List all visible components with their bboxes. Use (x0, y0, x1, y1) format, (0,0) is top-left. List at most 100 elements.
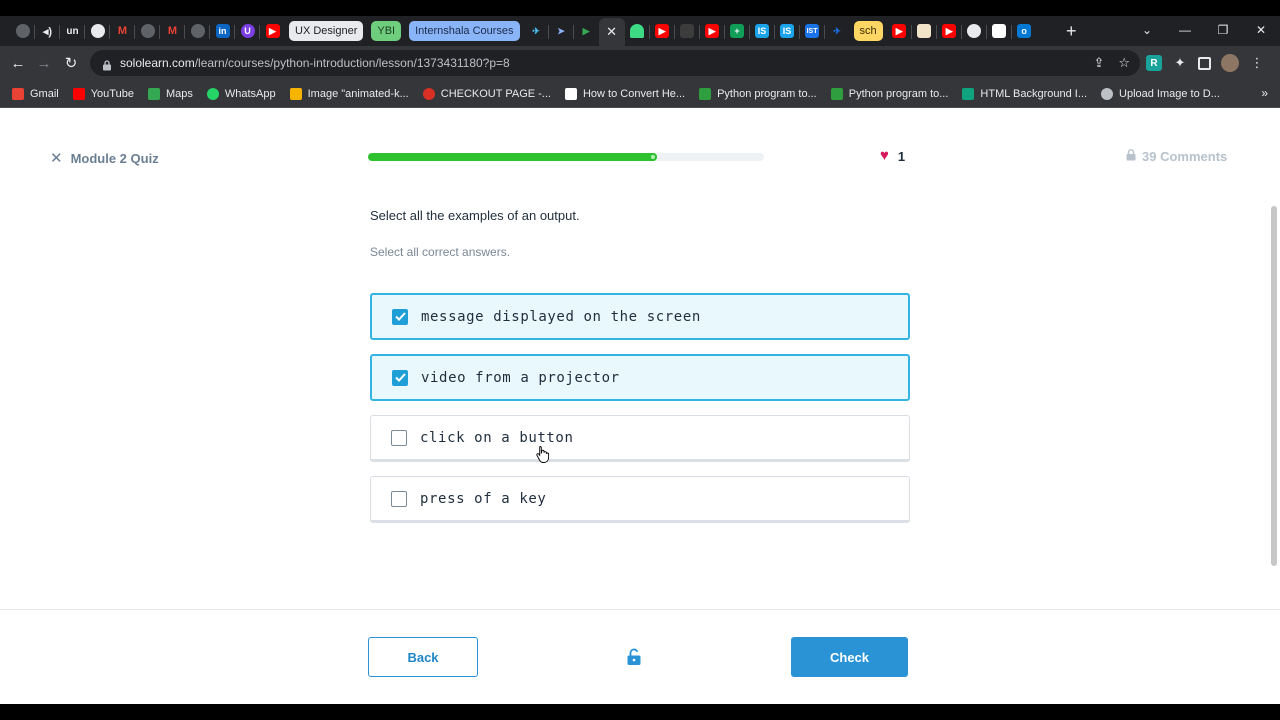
bookmark-whatsapp[interactable]: WhatsApp (206, 87, 276, 100)
tab-group-1[interactable]: YBI (371, 21, 402, 41)
youtube-icon: ▶ (265, 24, 280, 38)
heart-icon: ♥ (880, 147, 889, 164)
tab-image[interactable] (912, 18, 937, 44)
checkbox[interactable] (391, 490, 407, 507)
bookmark-gmail[interactable]: Gmail (12, 87, 59, 100)
answer-text: press of a key (420, 490, 547, 507)
tab-youtube-3[interactable]: ▶ (700, 18, 725, 44)
tab-dark[interactable] (675, 18, 700, 44)
answer-option[interactable]: video from a projector (370, 354, 910, 401)
url-path: /learn/courses/python-introduction/lesso… (194, 56, 510, 70)
tab-bird-2[interactable]: ✈ (825, 18, 850, 44)
profile-avatar[interactable] (1221, 54, 1239, 72)
bookmarks-overflow-button[interactable]: » (1261, 86, 1268, 100)
tab-active-sololearn[interactable]: ✕ (598, 18, 625, 46)
bird-icon: ✈ (532, 25, 540, 36)
bookmark-checkout[interactable]: CHECKOUT PAGE -... (422, 87, 551, 100)
tab-youtube-1[interactable]: ▶ (260, 18, 285, 44)
comments-button[interactable]: 39 Comments (1126, 149, 1227, 164)
bookmark-youtube[interactable]: YouTube (72, 87, 134, 100)
close-window-icon[interactable]: ✕ (1242, 16, 1280, 44)
globe-icon (140, 24, 155, 38)
new-tab-button[interactable]: + (1066, 22, 1077, 40)
tab-outlook[interactable]: o (1012, 18, 1037, 44)
bookmark-python-1[interactable]: Python program to... (699, 87, 817, 100)
tab-group-0[interactable]: UX Designer (289, 21, 364, 41)
reload-icon[interactable]: ↻ (62, 54, 80, 72)
checkbox-checked[interactable] (392, 369, 408, 386)
tab-linkedin[interactable]: in (210, 18, 235, 44)
back-arrow-icon[interactable]: ← (9, 54, 27, 72)
omnibox-icons: ⇪ ☆ (1093, 55, 1130, 71)
answer-option[interactable]: press of a key (370, 476, 910, 523)
close-tab-icon[interactable]: ✕ (606, 24, 617, 40)
is-icon: IS (780, 24, 795, 38)
tab-youtube-5[interactable]: ▶ (937, 18, 962, 44)
tab-sheets[interactable]: + (725, 18, 750, 44)
tab-strip: ◂) un M M in U ▶ UX Designer YBI Interns… (0, 0, 1280, 46)
restore-icon[interactable]: ❐ (1204, 16, 1242, 44)
puzzle-icon[interactable]: ✦ (1172, 55, 1188, 71)
u-icon: U (240, 24, 255, 38)
checkbox-checked[interactable] (392, 308, 408, 325)
tab-arrow[interactable]: ➤ (549, 18, 574, 44)
tab-play[interactable]: ▶ (574, 18, 599, 44)
tab-group-3[interactable]: sch (853, 21, 883, 41)
quiz-title: Module 2 Quiz (70, 150, 159, 166)
gfg-icon (699, 87, 712, 100)
tab-audio[interactable]: ◂) (35, 18, 60, 44)
youtube-icon: ▶ (892, 24, 907, 38)
checkbox[interactable] (391, 429, 407, 446)
tab-gmail-2[interactable]: M (160, 18, 185, 44)
tab-doc[interactable] (987, 18, 1012, 44)
lock-icon[interactable] (102, 58, 112, 71)
checkmark-icon (394, 373, 406, 382)
checkout-icon (422, 87, 435, 100)
bookmark-upload[interactable]: Upload Image to D... (1101, 87, 1220, 100)
tab-u[interactable]: U (235, 18, 260, 44)
tab-bird[interactable]: ✈ (524, 18, 549, 44)
share-icon[interactable]: ⇪ (1093, 55, 1104, 71)
scrollbar[interactable] (1271, 206, 1277, 566)
close-quiz-button[interactable]: ✕ Module 2 Quiz (50, 149, 159, 167)
check-button[interactable]: Check (791, 637, 908, 677)
extension-r-icon[interactable]: R (1146, 55, 1162, 71)
bookmark-convert[interactable]: How to Convert He... (564, 87, 685, 100)
star-icon[interactable]: ☆ (1118, 55, 1130, 71)
tab-is-1[interactable]: IS (750, 18, 775, 44)
tab-android[interactable] (625, 18, 650, 44)
address-bar[interactable]: sololearn.com/learn/courses/python-intro… (90, 50, 1140, 76)
sidepanel-icon[interactable] (1198, 56, 1211, 70)
menu-dots-icon[interactable]: ⋮ (1249, 55, 1265, 71)
tab-group-2[interactable]: Internshala Courses (409, 21, 520, 41)
progress-knob (649, 153, 658, 161)
footer-divider (0, 609, 1280, 610)
bookmark-html-bg[interactable]: HTML Background I... (962, 87, 1087, 100)
answer-option[interactable]: message displayed on the screen (370, 293, 910, 340)
unlock-icon[interactable] (626, 648, 642, 666)
back-button[interactable]: Back (368, 637, 478, 677)
screen: ◂) un M M in U ▶ UX Designer YBI Interns… (0, 0, 1280, 720)
tab-ist[interactable]: IST (800, 18, 825, 44)
tab-circle[interactable] (962, 18, 987, 44)
tab-globe-2[interactable] (135, 18, 160, 44)
tab-github[interactable] (85, 18, 110, 44)
bookmark-image[interactable]: Image "animated-k... (289, 87, 409, 100)
tab-search-icon[interactable]: ⌄ (1128, 16, 1166, 44)
dark-app-icon (680, 24, 695, 38)
window-controls: ⌄ — ❐ ✕ (1128, 16, 1280, 44)
bookmark-label: Image "animated-k... (307, 87, 409, 100)
bookmark-python-2[interactable]: Python program to... (830, 87, 948, 100)
close-icon: ✕ (50, 150, 63, 167)
forward-arrow-icon[interactable]: → (35, 54, 53, 72)
bookmark-maps[interactable]: Maps (147, 87, 193, 100)
tab-youtube-4[interactable]: ▶ (887, 18, 912, 44)
minimize-icon[interactable]: — (1166, 16, 1204, 44)
answer-option[interactable]: click on a button (370, 415, 910, 462)
tab-youtube-2[interactable]: ▶ (650, 18, 675, 44)
tab-globe-3[interactable] (185, 18, 210, 44)
tab-is-2[interactable]: IS (775, 18, 800, 44)
tab-globe-1[interactable] (10, 18, 35, 44)
tab-un[interactable]: un (60, 18, 85, 44)
tab-gmail-1[interactable]: M (110, 18, 135, 44)
